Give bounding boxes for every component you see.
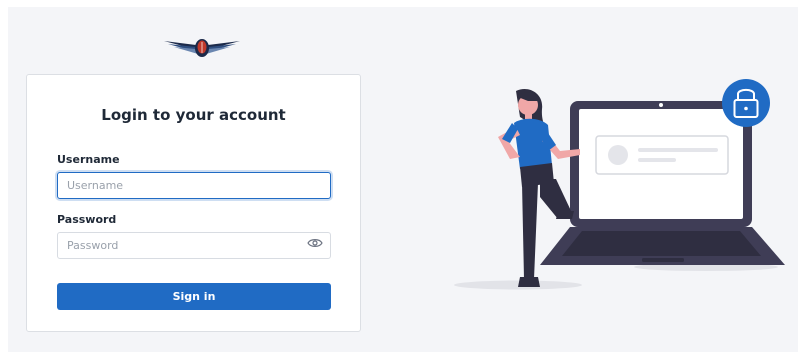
login-title: Login to your account [101,106,286,124]
login-page: Login to your account Username Password … [8,7,798,352]
password-input[interactable] [57,232,331,259]
eye-icon[interactable] [307,234,323,247]
login-card: Login to your account Username Password … [26,74,361,332]
login-illustration [448,79,788,297]
sign-in-button[interactable]: Sign in [57,283,331,310]
username-input[interactable] [57,172,331,199]
username-label: Username [57,153,120,166]
brand-logo [162,33,242,63]
woman-with-laptop-lock-illustration [454,79,785,290]
password-label: Password [57,213,117,226]
winged-emblem-icon [164,39,240,57]
